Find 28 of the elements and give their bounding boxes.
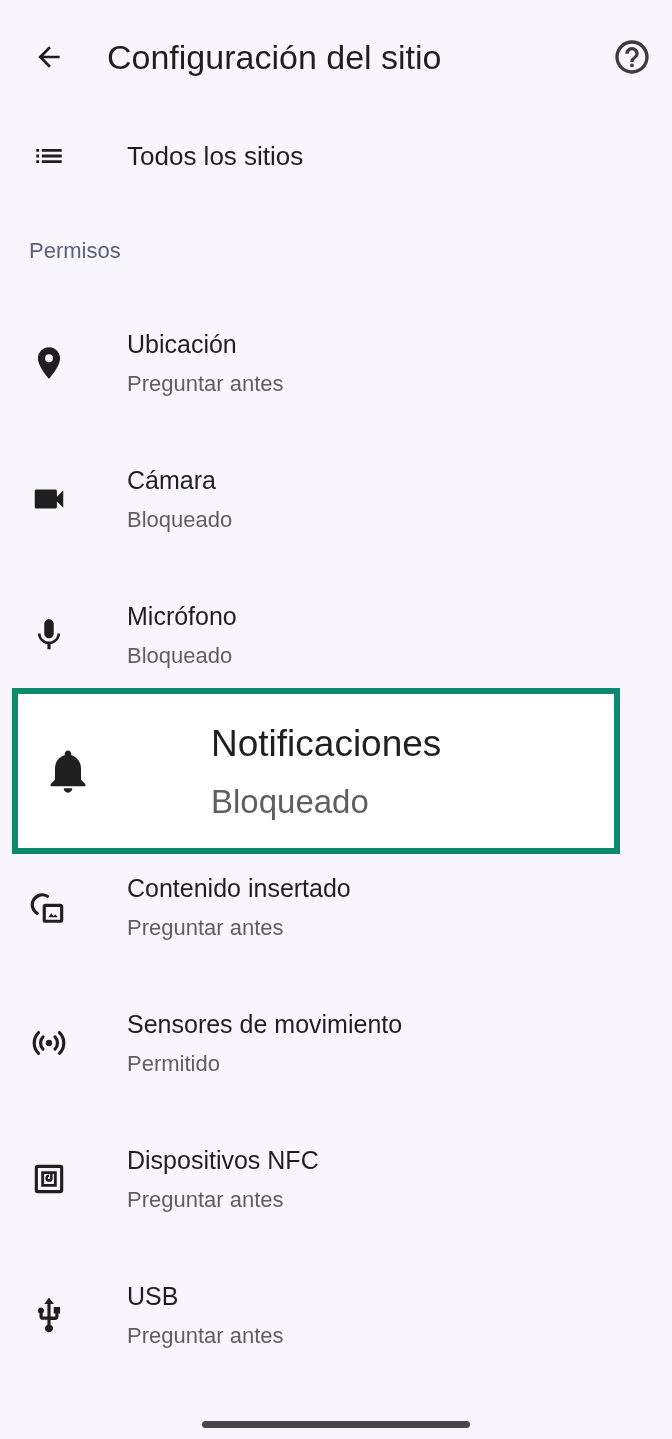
permission-status: Preguntar antes [127, 370, 284, 399]
permission-item[interactable]: Micrófono Bloqueado [0, 567, 672, 688]
permission-title: USB [127, 1280, 180, 1312]
help-icon [612, 37, 652, 77]
permission-title: Micrófono [127, 600, 237, 632]
permission-item[interactable]: USB Preguntar antes [0, 1247, 672, 1383]
permission-item[interactable]: Dispositivos NFC Preguntar antes [0, 1111, 672, 1247]
permission-title: Dispositivos NFC [127, 1144, 319, 1176]
permission-status: Preguntar antes [127, 914, 285, 943]
section-header: Permisos [29, 236, 121, 265]
permission-item[interactable]: Ubicación Preguntar antes [0, 295, 672, 431]
permission-status: Bloqueado [127, 506, 233, 535]
permission-status: Permitido [127, 1050, 221, 1079]
highlighted-permission-item[interactable]: Notificaciones Bloqueado [12, 688, 620, 854]
permission-title: Ubicación [127, 328, 238, 360]
permission-item[interactable]: Sensores de movimiento Permitido [0, 975, 672, 1111]
permission-status: Preguntar antes [127, 1186, 285, 1215]
permission-status: Bloqueado [211, 782, 370, 822]
permission-title: Sensores de movimiento [127, 1008, 403, 1040]
permission-title: Contenido insertado [127, 872, 351, 904]
all-sites-item[interactable]: Todos los sitios [0, 114, 672, 198]
permission-status: Preguntar antes [127, 1322, 284, 1351]
permission-title: Cámara [127, 464, 217, 496]
page-title: Configuración del sitio [107, 36, 442, 78]
permission-item[interactable]: Cámara Bloqueado [0, 431, 672, 567]
permission-title: Notificaciones [211, 721, 442, 766]
permission-status: Bloqueado [127, 642, 234, 671]
permission-item[interactable]: Contenido insertado Preguntar antes [0, 854, 672, 975]
